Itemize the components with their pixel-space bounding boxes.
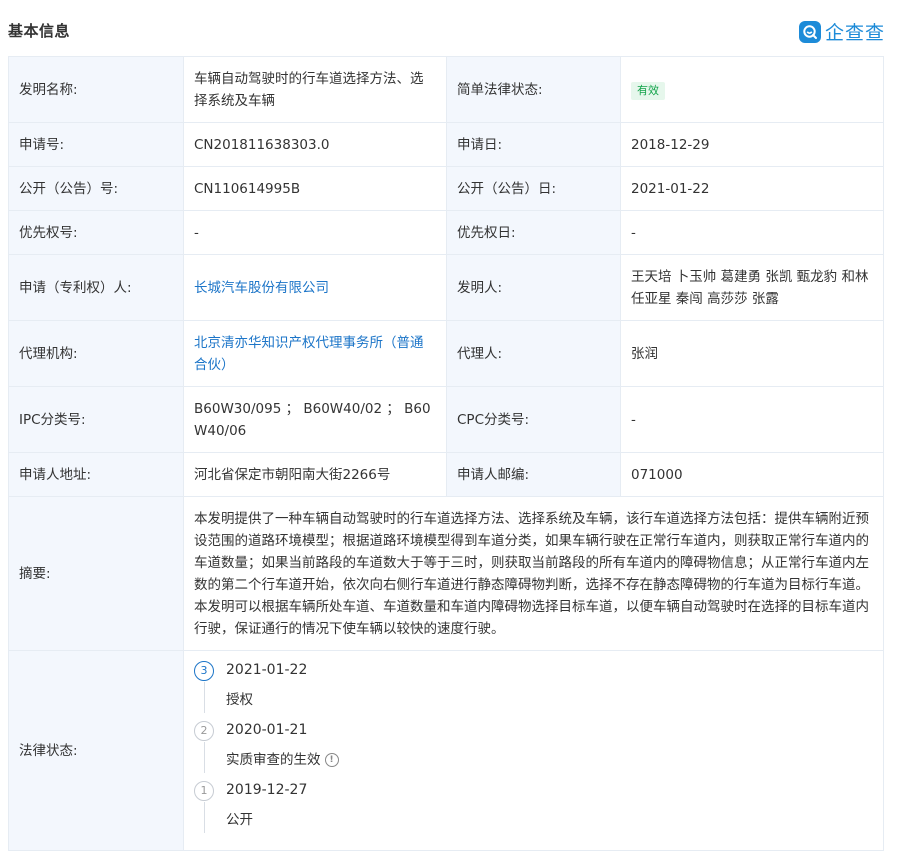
priority-no-label: 优先权号: xyxy=(8,210,184,255)
ipc-value: B60W30/095 ； B60W40/02 ； B60W40/06 xyxy=(183,386,447,453)
timeline-status: 实质审查的生效! xyxy=(226,749,339,771)
priority-date-value: - xyxy=(620,210,884,255)
agent-label: 代理人: xyxy=(446,320,621,387)
priority-no-value: - xyxy=(183,210,447,255)
timeline-item: 3 2021-01-22 授权 xyxy=(194,659,873,719)
timeline-item: 2 2020-01-21 实质审查的生效! xyxy=(194,719,873,779)
qcc-logo: 企查查 xyxy=(798,18,885,45)
cpc-value: - xyxy=(620,386,884,453)
legal-status-timeline: 3 2021-01-22 授权 2 2020-01-21 实质审查的生效! 1 … xyxy=(194,651,873,839)
timeline-date: 2020-01-21 xyxy=(226,722,308,738)
timeline-status-text: 授权 xyxy=(226,692,253,708)
agency-label: 代理机构: xyxy=(8,320,184,387)
timeline-connector xyxy=(204,742,205,773)
qcc-logo-icon xyxy=(798,20,821,43)
applicant-label: 申请（专利权）人: xyxy=(8,254,184,321)
pub-no-value: CN110614995B xyxy=(183,166,447,211)
pub-date-label: 公开（公告）日: xyxy=(446,166,621,211)
applicant-link[interactable]: 长城汽车股份有限公司 xyxy=(183,254,447,321)
status-badge: 有效 xyxy=(631,81,665,100)
timeline-connector xyxy=(204,682,205,713)
pub-no-label: 公开（公告）号: xyxy=(8,166,184,211)
postcode-value: 071000 xyxy=(620,452,884,497)
cpc-label: CPC分类号: xyxy=(446,386,621,453)
app-date-value: 2018-12-29 xyxy=(620,122,884,167)
address-label: 申请人地址: xyxy=(8,452,184,497)
postcode-label: 申请人邮编: xyxy=(446,452,621,497)
section-title: 基本信息 xyxy=(8,22,71,40)
address-value: 河北省保定市朝阳南大街2266号 xyxy=(183,452,447,497)
timeline-status: 公开 xyxy=(226,809,253,831)
agency-link[interactable]: 北京清亦华知识产权代理事务所（普通合伙） xyxy=(183,320,447,387)
timeline-status-text: 实质审查的生效 xyxy=(226,752,321,768)
table-row: 申请（专利权）人: 长城汽车股份有限公司 发明人: 王天培 卜玉帅 葛建勇 张凯… xyxy=(8,254,884,321)
app-no-label: 申请号: xyxy=(8,122,184,167)
legal-status-label: 法律状态: xyxy=(8,650,184,851)
info-icon[interactable]: ! xyxy=(324,753,339,767)
timeline-step-badge: 1 xyxy=(194,781,214,801)
legal-status-timeline-cell: 3 2021-01-22 授权 2 2020-01-21 实质审查的生效! 1 … xyxy=(183,650,884,851)
table-row: 法律状态: 3 2021-01-22 授权 2 2020-01-21 实质审查的… xyxy=(8,650,884,851)
legal-status-simple-label: 简单法律状态: xyxy=(446,56,621,123)
table-row: IPC分类号: B60W30/095 ； B60W40/02 ； B60W40/… xyxy=(8,386,884,453)
app-no-value: CN201811638303.0 xyxy=(183,122,447,167)
table-row: 发明名称: 车辆自动驾驶时的行车道选择方法、选择系统及车辆 简单法律状态: 有效 xyxy=(8,56,884,123)
abstract-label: 摘要: xyxy=(8,496,184,651)
timeline-connector xyxy=(204,802,205,833)
timeline-status: 授权 xyxy=(226,689,253,711)
basic-info-table: 发明名称: 车辆自动驾驶时的行车道选择方法、选择系统及车辆 简单法律状态: 有效… xyxy=(8,56,884,851)
table-row: 代理机构: 北京清亦华知识产权代理事务所（普通合伙） 代理人: 张润 xyxy=(8,320,884,387)
timeline-status-text: 公开 xyxy=(226,812,253,828)
timeline-date: 2019-12-27 xyxy=(226,782,308,798)
ipc-label: IPC分类号: xyxy=(8,386,184,453)
inventor-label: 发明人: xyxy=(446,254,621,321)
table-row: 摘要: 本发明提供了一种车辆自动驾驶时的行车道选择方法、选择系统及车辆，该行车道… xyxy=(8,496,884,651)
invention-name-label: 发明名称: xyxy=(8,56,184,123)
invention-name-value: 车辆自动驾驶时的行车道选择方法、选择系统及车辆 xyxy=(183,56,447,123)
pub-date-value: 2021-01-22 xyxy=(620,166,884,211)
timeline-item: 1 2019-12-27 公开 xyxy=(194,779,873,839)
app-date-label: 申请日: xyxy=(446,122,621,167)
qcc-logo-text: 企查查 xyxy=(824,22,885,44)
priority-date-label: 优先权日: xyxy=(446,210,621,255)
table-row: 申请号: CN201811638303.0 申请日: 2018-12-29 xyxy=(8,122,884,167)
agent-value: 张润 xyxy=(620,320,884,387)
section-header: 基本信息 企查查 xyxy=(0,0,897,57)
table-row: 优先权号: - 优先权日: - xyxy=(8,210,884,255)
inventor-value: 王天培 卜玉帅 葛建勇 张凯 甄龙豹 和林 任亚星 秦闯 高莎莎 张露 xyxy=(620,254,884,321)
timeline-date: 2021-01-22 xyxy=(226,662,308,678)
timeline-step-badge: 3 xyxy=(194,661,214,681)
abstract-value: 本发明提供了一种车辆自动驾驶时的行车道选择方法、选择系统及车辆，该行车道选择方法… xyxy=(183,496,884,651)
legal-status-simple-cell: 有效 xyxy=(620,56,884,123)
table-row: 申请人地址: 河北省保定市朝阳南大街2266号 申请人邮编: 071000 xyxy=(8,452,884,497)
table-row: 公开（公告）号: CN110614995B 公开（公告）日: 2021-01-2… xyxy=(8,166,884,211)
timeline-step-badge: 2 xyxy=(194,721,214,741)
